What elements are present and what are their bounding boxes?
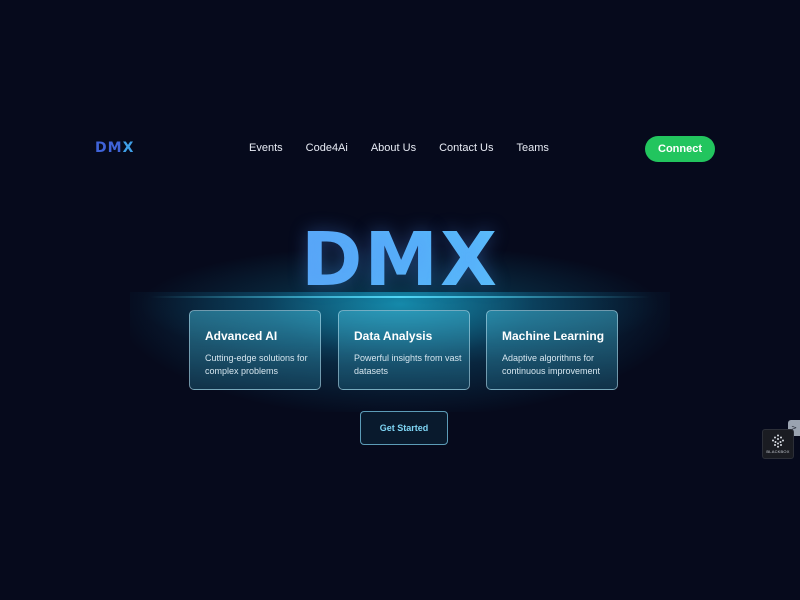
hero-title: DMX	[0, 218, 800, 302]
card-description: Cutting-edge solutions for complex probl…	[205, 353, 308, 376]
connect-button[interactable]: Connect	[645, 136, 715, 162]
feature-card-machine-learning[interactable]: Machine Learning Adaptive algorithms for…	[486, 310, 618, 390]
card-description: Powerful insights from vast datasets	[354, 353, 462, 376]
page: DMX Events Code4Ai About Us Contact Us T…	[0, 0, 800, 600]
nav-link-about-us[interactable]: About Us	[371, 142, 416, 154]
card-description: Adaptive algorithms for continuous impro…	[502, 353, 601, 376]
nav-link-events[interactable]: Events	[249, 142, 283, 154]
feature-cards: Advanced AI Cutting-edge solutions for c…	[189, 310, 621, 392]
feature-card-advanced-ai[interactable]: Advanced AI Cutting-edge solutions for c…	[189, 310, 321, 390]
get-started-button[interactable]: Get Started	[360, 411, 448, 445]
card-title: Advanced AI	[205, 329, 278, 343]
main-nav: Events Code4Ai About Us Contact Us Teams	[249, 142, 549, 154]
nav-link-code4ai[interactable]: Code4Ai	[306, 142, 348, 154]
logo-text-suffix: X	[122, 140, 135, 156]
blackbox-label: BLACKBOX	[766, 449, 790, 454]
card-title: Machine Learning	[502, 329, 605, 343]
nav-link-teams[interactable]: Teams	[517, 142, 549, 154]
feature-card-data-analysis[interactable]: Data Analysis Powerful insights from vas…	[338, 310, 470, 390]
card-title: Data Analysis	[354, 329, 433, 343]
blackbox-logo-icon	[772, 434, 784, 448]
logo-text-prefix: DM	[95, 140, 123, 156]
logo[interactable]: DMX	[95, 140, 134, 156]
nav-link-contact-us[interactable]: Contact Us	[439, 142, 493, 154]
blackbox-widget[interactable]: BLACKBOX	[762, 429, 794, 459]
